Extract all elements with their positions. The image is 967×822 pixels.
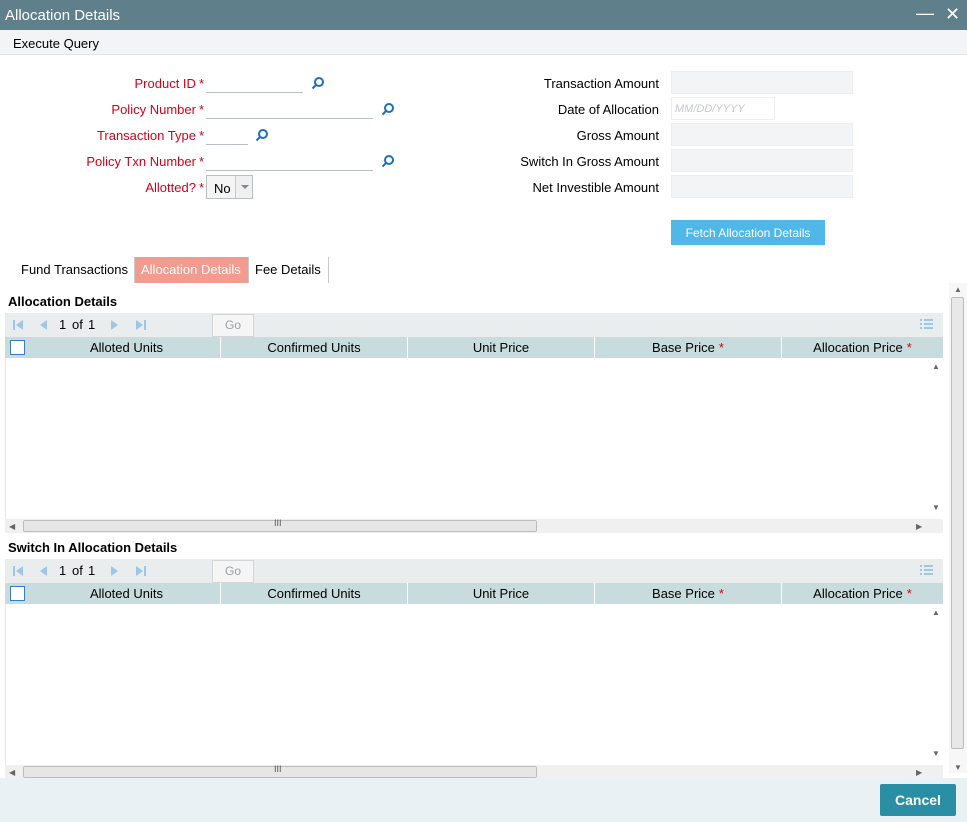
page-current: 1 [59, 563, 67, 578]
column-header[interactable]: Confirmed Units [220, 337, 407, 358]
minimize-icon[interactable]: — [916, 3, 934, 23]
grid-horizontal-scrollbar[interactable]: ◀ III ▶ [5, 518, 943, 533]
date-of-allocation-label: Date of Allocation [557, 102, 659, 117]
page-scroll-up-icon[interactable]: ▲ [954, 285, 962, 294]
execute-query-menu[interactable]: Execute Query [13, 36, 99, 51]
allocation-details-grid: 1 of 1 Go Alloted Units Confirmed Units … [5, 313, 943, 533]
first-page-icon[interactable] [12, 319, 24, 331]
grid-toolbar: 1 of 1 Go [5, 313, 943, 337]
grid-body: ▲ ▼ [5, 604, 943, 765]
columns-menu-icon[interactable] [920, 564, 933, 576]
scroll-down-icon[interactable]: ▼ [932, 749, 940, 758]
fetch-allocation-details-button[interactable]: Fetch Allocation Details [671, 220, 825, 245]
scroll-right-icon[interactable]: ▶ [916, 768, 922, 777]
policy-txn-number-label: Policy Txn Number * [86, 154, 204, 169]
cancel-button[interactable]: Cancel [880, 784, 956, 816]
column-header[interactable]: Base Price * [594, 583, 781, 604]
allocation-details-section-title: Allocation Details [8, 294, 118, 309]
policy-txn-number-input[interactable] [206, 149, 373, 171]
page-scroll-thumb[interactable] [951, 297, 964, 749]
footer-bar [0, 778, 967, 822]
switch-in-gross-amount-field[interactable] [671, 149, 853, 172]
column-header[interactable]: Confirmed Units [220, 583, 407, 604]
scroll-up-icon[interactable]: ▲ [932, 608, 940, 617]
last-page-icon[interactable] [135, 565, 147, 577]
product-id-search-icon[interactable] [311, 76, 325, 90]
tab-fund-transactions[interactable]: Fund Transactions [13, 257, 135, 283]
transaction-amount-label: Transaction Amount [543, 76, 659, 91]
switch-in-allocation-details-section-title: Switch In Allocation Details [8, 540, 178, 555]
window-title: Allocation Details [5, 7, 121, 24]
tab-allocation-details[interactable]: Allocation Details [135, 257, 249, 283]
scroll-left-icon[interactable]: ◀ [9, 522, 15, 531]
allotted-label: Allotted? * [145, 180, 204, 195]
last-page-icon[interactable] [135, 319, 147, 331]
switch-in-gross-amount-label: Switch In Gross Amount [520, 154, 659, 169]
product-id-label: Product ID * [134, 76, 204, 91]
page-vertical-scrollbar[interactable]: ▲ ▼ [949, 283, 967, 773]
go-button[interactable]: Go [212, 314, 254, 337]
chevron-down-icon [235, 176, 252, 198]
horizontal-scroll-thumb[interactable]: III [23, 764, 537, 778]
scroll-right-icon[interactable]: ▶ [916, 522, 922, 531]
policy-number-label: Policy Number * [111, 102, 204, 117]
menu-bar: Execute Query [0, 30, 967, 55]
grid-horizontal-scrollbar[interactable]: ◀ III ▶ [5, 764, 943, 779]
select-all-checkbox[interactable] [10, 586, 25, 601]
net-investible-amount-label: Net Investible Amount [532, 180, 659, 195]
page-scroll-down-icon[interactable]: ▼ [954, 763, 962, 772]
page-of-label: of [72, 563, 83, 578]
switch-in-allocation-details-grid: 1 of 1 Go Alloted Units Confirmed Units … [5, 559, 943, 779]
date-of-allocation-field[interactable]: MM/DD/YYYY [671, 97, 775, 120]
column-header[interactable]: Allocation Price * [781, 337, 943, 358]
policy-number-search-icon[interactable] [381, 102, 395, 116]
grid-toolbar: 1 of 1 Go [5, 559, 943, 583]
net-investible-amount-field[interactable] [671, 175, 853, 198]
tab-fee-details[interactable]: Fee Details [249, 257, 329, 283]
column-header[interactable]: Allocation Price * [781, 583, 943, 604]
horizontal-scroll-thumb[interactable]: III [23, 518, 537, 532]
grid-header: Alloted Units Confirmed Units Unit Price… [5, 337, 943, 358]
scroll-down-icon[interactable]: ▼ [932, 503, 940, 512]
close-icon[interactable]: ✕ [945, 4, 960, 24]
transaction-amount-field[interactable] [671, 71, 853, 94]
policy-number-input[interactable] [206, 97, 373, 119]
allotted-select[interactable]: No [206, 175, 253, 199]
column-header[interactable]: Unit Price [407, 583, 594, 604]
grid-body: ▲ ▼ [5, 358, 943, 519]
gross-amount-field[interactable] [671, 123, 853, 146]
column-header[interactable]: Unit Price [407, 337, 594, 358]
scroll-up-icon[interactable]: ▲ [932, 362, 940, 371]
go-button[interactable]: Go [212, 560, 254, 583]
column-header[interactable]: Base Price * [594, 337, 781, 358]
next-page-icon[interactable] [109, 319, 121, 331]
title-bar: Allocation Details — ✕ [0, 0, 967, 30]
grid-vertical-scrollbar[interactable]: ▲ ▼ [929, 358, 943, 519]
columns-menu-icon[interactable] [920, 318, 933, 330]
previous-page-icon[interactable] [37, 565, 49, 577]
select-all-checkbox[interactable] [10, 340, 25, 355]
scroll-left-icon[interactable]: ◀ [9, 768, 15, 777]
first-page-icon[interactable] [12, 565, 24, 577]
next-page-icon[interactable] [109, 565, 121, 577]
page-total: 1 [88, 563, 96, 578]
grid-vertical-scrollbar[interactable]: ▲ ▼ [929, 604, 943, 765]
policy-txn-number-search-icon[interactable] [381, 154, 395, 168]
column-header[interactable]: Alloted Units [33, 583, 220, 604]
previous-page-icon[interactable] [37, 319, 49, 331]
transaction-type-search-icon[interactable] [255, 128, 269, 142]
allotted-select-value: No [214, 181, 231, 196]
gross-amount-label: Gross Amount [576, 128, 659, 143]
product-id-input[interactable] [206, 71, 303, 93]
column-header[interactable]: Alloted Units [33, 337, 220, 358]
transaction-type-input[interactable] [206, 123, 248, 145]
transaction-type-label: Transaction Type * [96, 128, 204, 143]
grid-header: Alloted Units Confirmed Units Unit Price… [5, 583, 943, 604]
page-of-label: of [72, 317, 83, 332]
page-total: 1 [88, 317, 96, 332]
page-current: 1 [59, 317, 67, 332]
